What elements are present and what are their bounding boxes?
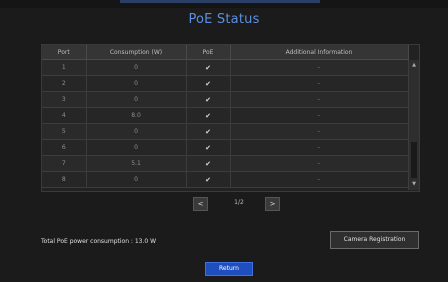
consumption-cell: 0 [86,171,187,188]
col-header-port: Port [42,45,87,60]
consumption-cell: 0 [86,75,187,92]
top-bar [0,0,448,8]
table-row[interactable]: 5 0 ✔ – [42,123,409,140]
poe-check-icon[interactable]: ✔ [186,123,231,140]
col-header-poe: PoE [186,45,231,60]
table-row[interactable]: 4 8.0 ✔ – [42,107,409,124]
consumption-cell: 0 [86,139,187,156]
info-cell: – [230,107,409,124]
page-indicator: 1/2 [234,199,244,206]
port-cell: 4 [42,107,87,124]
poe-table: Port Consumption (W) PoE Additional Info… [42,45,409,188]
table-row[interactable]: 2 0 ✔ – [42,75,409,92]
prev-page-button[interactable]: < [193,197,208,211]
scroll-down-icon[interactable]: ▼ [409,180,419,189]
poe-check-icon[interactable]: ✔ [186,107,231,124]
poe-check-icon[interactable]: ✔ [186,139,231,156]
consumption-cell: 0 [86,123,187,140]
page-title: PoE Status [188,12,260,27]
info-cell: – [230,155,409,172]
port-cell: 8 [42,171,87,188]
table-row[interactable]: 3 0 ✔ – [42,91,409,108]
poe-check-icon[interactable]: ✔ [186,59,231,76]
port-cell: 2 [42,75,87,92]
consumption-cell: 0 [86,59,187,76]
col-header-consumption: Consumption (W) [86,45,187,60]
top-accent [120,0,320,3]
info-cell: – [230,139,409,156]
poe-check-icon[interactable]: ✔ [186,75,231,92]
info-cell: – [230,59,409,76]
table-scrollbar[interactable]: ▲ ▼ [408,60,419,190]
table-row[interactable]: 7 5.1 ✔ – [42,155,409,172]
scroll-up-icon[interactable]: ▲ [409,61,419,70]
table-header-row: Port Consumption (W) PoE Additional Info… [42,45,409,60]
port-cell: 1 [42,59,87,76]
info-cell: – [230,75,409,92]
scroll-thumb[interactable] [411,142,417,178]
port-cell: 6 [42,139,87,156]
port-cell: 3 [42,91,87,108]
table-row[interactable]: 1 0 ✔ – [42,59,409,76]
poe-check-icon[interactable]: ✔ [186,155,231,172]
info-cell: – [230,123,409,140]
info-cell: – [230,91,409,108]
poe-check-icon[interactable]: ✔ [186,171,231,188]
next-page-button[interactable]: > [265,197,280,211]
table-row[interactable]: 8 0 ✔ – [42,171,409,188]
pagination: < 1/2 > [0,197,448,211]
poe-table-container: Port Consumption (W) PoE Additional Info… [41,44,420,192]
camera-registration-button[interactable]: Camera Registration [330,231,419,249]
consumption-cell: 8.0 [86,107,187,124]
info-cell: – [230,171,409,188]
consumption-cell: 0 [86,91,187,108]
port-cell: 7 [42,155,87,172]
port-cell: 5 [42,123,87,140]
col-header-additional-info: Additional Information [230,45,409,60]
consumption-cell: 5.1 [86,155,187,172]
table-row[interactable]: 6 0 ✔ – [42,139,409,156]
poe-check-icon[interactable]: ✔ [186,91,231,108]
return-button[interactable]: Return [205,262,253,276]
total-power-consumption: Total PoE power consumption : 13.0 W [41,238,157,245]
